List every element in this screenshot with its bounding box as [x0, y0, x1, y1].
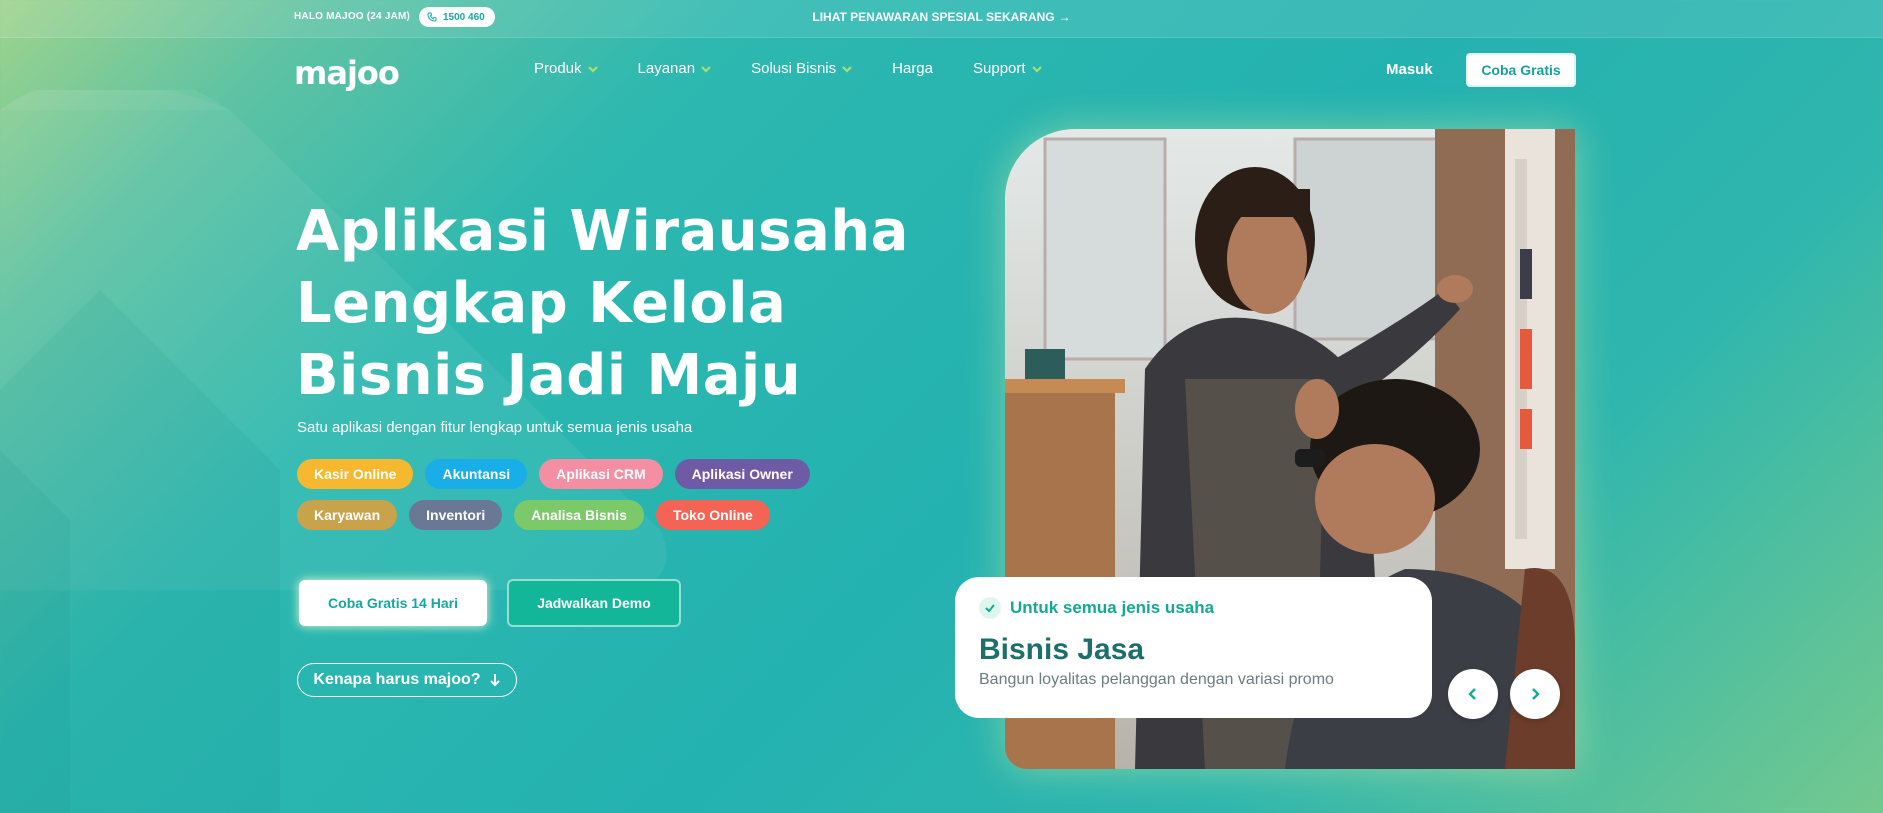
nav-label: Produk	[534, 60, 582, 77]
carousel-card: Untuk semua jenis usaha Bisnis Jasa Bang…	[955, 577, 1432, 718]
pill-inventori[interactable]: Inventori	[409, 500, 503, 530]
main-nav: Produk Layanan Solusi Bisnis Harga Suppo…	[534, 60, 1082, 77]
carousel-next-button[interactable]	[1510, 669, 1560, 719]
arrow-down-icon	[489, 674, 500, 687]
chevron-right-icon	[1532, 688, 1540, 700]
majoo-logo[interactable]: majoo	[294, 54, 400, 92]
chevron-down-icon	[587, 65, 598, 73]
card-tagline-text: Untuk semua jenis usaha	[1010, 598, 1215, 617]
promo-link[interactable]: LIHAT PENAWARAN SPESIAL SEKARANG →	[0, 10, 1883, 24]
pill-analisa-bisnis[interactable]: Analisa Bisnis	[514, 500, 644, 530]
chevron-down-icon	[842, 65, 852, 73]
card-title: Bisnis Jasa	[979, 633, 1145, 666]
nav-solusi-bisnis[interactable]: Solusi Bisnis	[751, 60, 852, 77]
nav-label: Solusi Bisnis	[751, 60, 837, 77]
login-link[interactable]: Masuk	[1386, 61, 1433, 78]
nav-harga[interactable]: Harga	[892, 60, 933, 77]
carousel-prev-button[interactable]	[1448, 669, 1498, 719]
schedule-demo-button[interactable]: Jadwalkan Demo	[507, 579, 681, 627]
trial-14-days-button[interactable]: Coba Gratis 14 Hari	[299, 580, 487, 626]
why-majoo-label: Kenapa harus majoo?	[313, 671, 481, 688]
nav-label: Harga	[892, 60, 933, 77]
why-majoo-button[interactable]: Kenapa harus majoo?	[297, 663, 517, 697]
chevron-left-icon	[1468, 688, 1476, 700]
chevron-down-icon	[701, 65, 711, 73]
headline-line: Bisnis Jadi Maju	[296, 343, 802, 408]
nav-label: Support	[973, 60, 1026, 77]
feature-pills: Kasir Online Akuntansi Aplikasi CRM Apli…	[297, 459, 857, 530]
nav-label: Layanan	[637, 60, 696, 77]
card-tagline: Untuk semua jenis usaha	[979, 597, 1408, 619]
top-announcement-bar: HALO MAJOO (24 JAM) 1500 460 LIHAT PENAW…	[0, 0, 1883, 38]
headline-line: Aplikasi Wirausaha	[296, 199, 909, 264]
hero-subtitle: Satu aplikasi dengan fitur lengkap untuk…	[297, 419, 693, 436]
promo-label: LIHAT PENAWARAN SPESIAL SEKARANG	[812, 10, 1055, 24]
chevron-down-icon	[1031, 65, 1042, 73]
pill-akuntansi[interactable]: Akuntansi	[425, 459, 528, 489]
hero-headline: Aplikasi Wirausaha Lengkap Kelola Bisnis…	[296, 196, 916, 412]
nav-produk[interactable]: Produk	[534, 60, 598, 77]
nav-support[interactable]: Support	[973, 60, 1042, 77]
pill-aplikasi-crm[interactable]: Aplikasi CRM	[539, 459, 663, 489]
card-description: Bangun loyalitas pelanggan dengan varias…	[979, 671, 1334, 688]
try-free-button[interactable]: Coba Gratis	[1466, 53, 1576, 87]
check-icon	[979, 597, 1001, 619]
pill-karyawan[interactable]: Karyawan	[297, 500, 398, 530]
headline-line: Lengkap Kelola	[296, 271, 787, 336]
pill-toko-online[interactable]: Toko Online	[655, 500, 770, 530]
pill-kasir-online[interactable]: Kasir Online	[297, 459, 414, 489]
arrow-right-icon: →	[1058, 10, 1071, 24]
nav-layanan[interactable]: Layanan	[638, 60, 712, 77]
pill-aplikasi-owner[interactable]: Aplikasi Owner	[674, 459, 810, 489]
